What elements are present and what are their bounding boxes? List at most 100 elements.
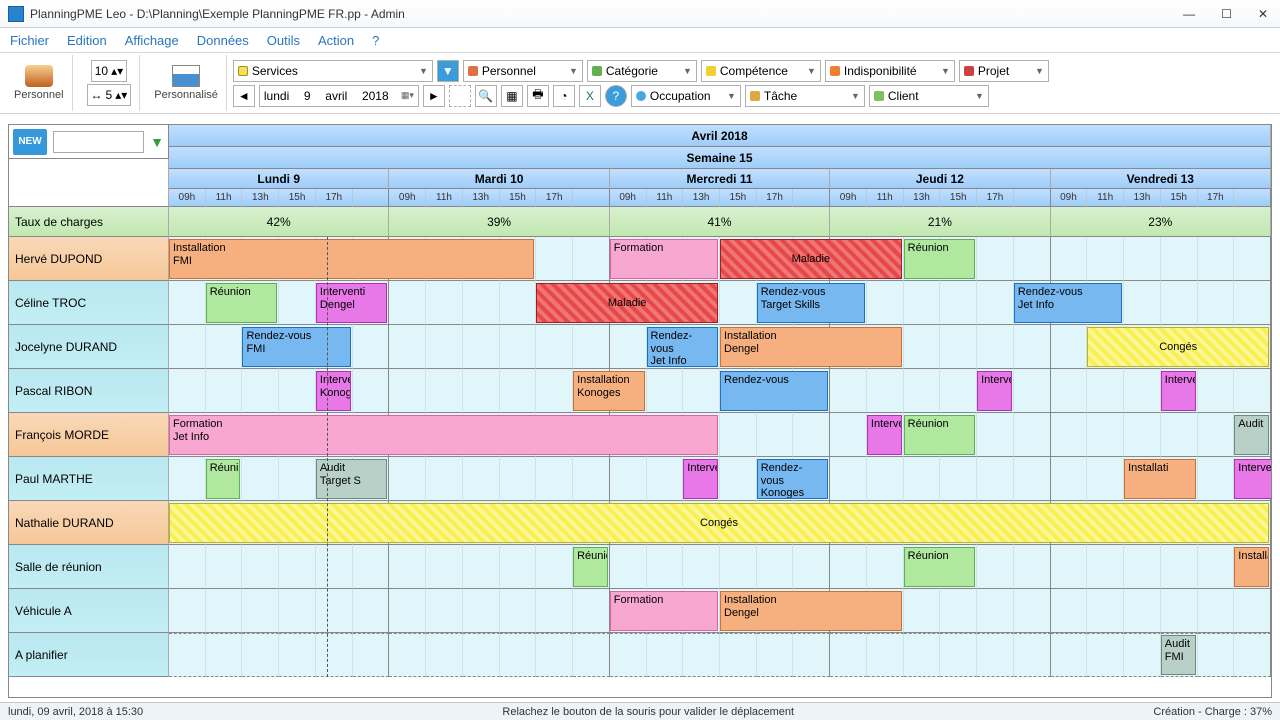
grid-cell[interactable] <box>757 545 794 589</box>
print-icon[interactable]: 🖶 <box>527 85 549 107</box>
grid-cell[interactable] <box>463 325 500 369</box>
task-installation[interactable]: Installati <box>1234 547 1269 587</box>
grid-cell[interactable] <box>500 589 537 633</box>
grid-cell[interactable] <box>940 457 977 501</box>
grid-cell[interactable] <box>206 633 243 677</box>
client-combo[interactable]: Client▼ <box>869 85 989 107</box>
search-icon[interactable]: 🔍 <box>475 85 497 107</box>
grid-cell[interactable] <box>169 589 206 633</box>
grid-cell[interactable] <box>1198 633 1235 677</box>
grid-cell[interactable] <box>1161 545 1198 589</box>
grid-cell[interactable] <box>1161 589 1198 633</box>
grid-cell[interactable] <box>1051 325 1088 369</box>
task-intervention[interactable]: Interven <box>867 415 902 455</box>
grid-cell[interactable] <box>977 237 1014 281</box>
grid-cell[interactable] <box>830 633 867 677</box>
grid-cell[interactable] <box>500 325 537 369</box>
grid-cell[interactable] <box>536 369 573 413</box>
grid-cell[interactable] <box>940 369 977 413</box>
grid-cell[interactable] <box>389 633 426 677</box>
task-formation[interactable]: Formation <box>610 591 718 631</box>
prev-button[interactable]: ◄ <box>233 85 255 107</box>
grid-cell[interactable] <box>389 457 426 501</box>
projet-combo[interactable]: Projet▼ <box>959 60 1049 82</box>
grid-cell[interactable] <box>867 545 904 589</box>
grid-cell[interactable] <box>1124 281 1161 325</box>
grid-cell[interactable] <box>1087 457 1124 501</box>
grid-cell[interactable] <box>389 589 426 633</box>
grid-cell[interactable] <box>426 545 463 589</box>
grid-cell[interactable] <box>1161 237 1198 281</box>
grid-cell[interactable] <box>169 457 206 501</box>
grid-cell[interactable] <box>536 325 573 369</box>
competence-combo[interactable]: Compétence▼ <box>701 60 821 82</box>
grid-cell[interactable] <box>610 457 647 501</box>
grid-cell[interactable] <box>279 457 316 501</box>
grid-cell[interactable] <box>940 325 977 369</box>
grid-cell[interactable] <box>1234 633 1271 677</box>
indispo-combo[interactable]: Indisponibilité▼ <box>825 60 955 82</box>
new-button[interactable]: NEW <box>13 129 47 155</box>
task-intervention[interactable]: Interven <box>1161 371 1196 411</box>
resource-label[interactable]: François MORDE <box>9 413 169 457</box>
grid-cell[interactable] <box>353 325 390 369</box>
resource-label[interactable]: Jocelyne DURAND <box>9 325 169 369</box>
grid-cell[interactable] <box>426 457 463 501</box>
grid-cell[interactable] <box>1124 633 1161 677</box>
task-reunion[interactable]: Réunion <box>904 415 975 455</box>
grid-cell[interactable] <box>610 633 647 677</box>
grid-cell[interactable] <box>500 457 537 501</box>
grid-cell[interactable] <box>757 413 794 457</box>
grid-cell[interactable] <box>1087 369 1124 413</box>
grid-cell[interactable] <box>500 369 537 413</box>
grid-cell[interactable] <box>1051 633 1088 677</box>
calendar-icon[interactable]: ▦ <box>501 85 523 107</box>
grid-cell[interactable] <box>536 545 573 589</box>
grid-cell[interactable] <box>940 281 977 325</box>
resource-label[interactable]: Pascal RIBON <box>9 369 169 413</box>
grid-cell[interactable] <box>830 545 867 589</box>
grid-cell[interactable] <box>206 325 243 369</box>
grid-cell[interactable] <box>500 545 537 589</box>
chart-icon[interactable]: ◔ <box>553 85 575 107</box>
occupation-combo[interactable]: Occupation▼ <box>631 85 741 107</box>
resource-label[interactable]: Céline TROC <box>9 281 169 325</box>
grid-cell[interactable] <box>610 545 647 589</box>
grid-cell[interactable] <box>977 325 1014 369</box>
grid-cell[interactable] <box>573 237 610 281</box>
personnel-group[interactable]: Personnel <box>6 55 73 111</box>
task-audit[interactable]: Audit <box>1234 415 1269 455</box>
grid-cell[interactable] <box>573 633 610 677</box>
grid-cell[interactable] <box>683 545 720 589</box>
grid-cell[interactable] <box>1014 325 1051 369</box>
spinner-rows[interactable]: 10▴▾ <box>91 60 127 82</box>
task-installation[interactable]: InstallationDengel <box>720 591 902 631</box>
task-intervention[interactable]: Intervention <box>1234 459 1272 499</box>
grid-cell[interactable] <box>279 281 316 325</box>
grid-cell[interactable] <box>1087 633 1124 677</box>
task-installation[interactable]: Installati <box>1124 459 1195 499</box>
grid-cell[interactable] <box>720 457 757 501</box>
grid-cell[interactable] <box>1014 237 1051 281</box>
grid-cell[interactable] <box>757 633 794 677</box>
filter-input[interactable] <box>53 131 144 153</box>
grid-cell[interactable] <box>426 281 463 325</box>
grid-cell[interactable] <box>1198 589 1235 633</box>
grid-cell[interactable] <box>1124 369 1161 413</box>
grid-cell[interactable] <box>720 281 757 325</box>
grid-cell[interactable] <box>169 633 206 677</box>
grid-cell[interactable] <box>463 281 500 325</box>
grid-cell[interactable] <box>793 633 830 677</box>
grid-cell[interactable] <box>1198 413 1235 457</box>
grid-cell[interactable] <box>463 369 500 413</box>
grid-cell[interactable] <box>830 457 867 501</box>
menu-item[interactable]: Fichier <box>10 33 49 48</box>
grid-cell[interactable] <box>1051 545 1088 589</box>
grid-cell[interactable] <box>500 281 537 325</box>
grid-cell[interactable] <box>536 633 573 677</box>
grid-cell[interactable] <box>1014 369 1051 413</box>
personnalise-group[interactable]: Personnalisé <box>146 55 227 111</box>
grid-cell[interactable] <box>1051 237 1088 281</box>
menu-item[interactable]: Outils <box>267 33 300 48</box>
menu-item[interactable]: Edition <box>67 33 107 48</box>
